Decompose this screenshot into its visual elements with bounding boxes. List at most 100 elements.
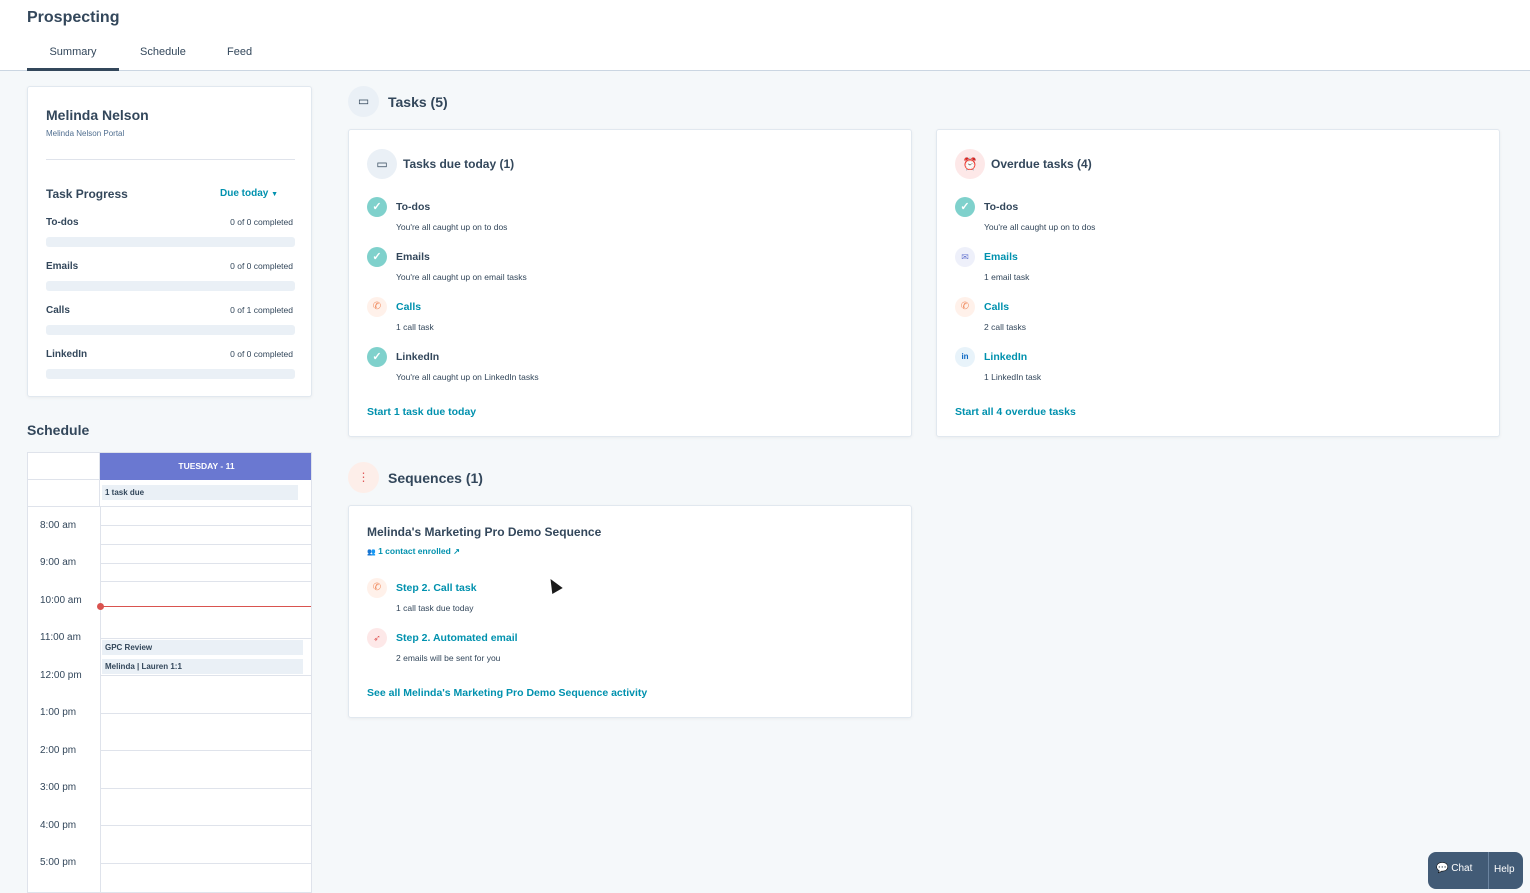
overdue-tasks-title: Overdue tasks (4) xyxy=(991,157,1092,171)
overdue-linkedin-sub: 1 LinkedIn task xyxy=(984,372,1042,382)
check-icon: ✓ xyxy=(367,197,387,217)
phone-icon: ✆ xyxy=(367,578,387,598)
rocket-icon: ➶ xyxy=(367,628,387,648)
overdue-emails-sub: 1 email task xyxy=(984,272,1030,282)
step-call-task-link[interactable]: Step 2. Call task xyxy=(396,582,477,594)
hour-label: 10:00 am xyxy=(40,595,82,606)
progress-bar-emails xyxy=(46,281,295,291)
sequence-card: Melinda's Marketing Pro Demo Sequence 👥 … xyxy=(348,505,912,718)
due-todos-title: To-dos xyxy=(396,201,431,213)
progress-count-linkedin: 0 of 0 completed xyxy=(230,349,293,359)
all-day-task-due[interactable]: 1 task due xyxy=(102,485,298,500)
overdue-tasks-card: ⏰ Overdue tasks (4) ✓ To-dos You're all … xyxy=(936,129,1500,437)
step-call-task-sub: 1 call task due today xyxy=(396,603,474,613)
overdue-calls-sub: 2 call tasks xyxy=(984,322,1027,332)
tab-schedule[interactable]: Schedule xyxy=(140,46,186,71)
hour-line xyxy=(100,563,311,564)
contacts-icon: 👥 xyxy=(367,549,376,556)
calendar-event-gpc-review[interactable]: GPC Review xyxy=(102,640,303,655)
hour-line xyxy=(100,788,311,789)
calendar-event-melinda-lauren[interactable]: Melinda | Lauren 1:1 xyxy=(102,659,303,674)
tab-summary[interactable]: Summary xyxy=(27,46,119,71)
sequence-name: Melinda's Marketing Pro Demo Sequence xyxy=(367,525,602,539)
calendar-corner xyxy=(28,453,100,480)
contact-enrolled-link[interactable]: 👥 1 contact enrolled ↗ xyxy=(367,546,460,556)
due-today-dropdown[interactable]: Due today ▼ xyxy=(220,188,278,199)
calendar-day-header[interactable]: TUESDAY - 11 xyxy=(100,453,311,480)
help-separator xyxy=(1488,852,1489,889)
hour-label: 5:00 pm xyxy=(40,857,77,868)
divider xyxy=(46,159,295,160)
due-emails-title: Emails xyxy=(396,251,430,263)
overdue-emails-link[interactable]: Emails xyxy=(984,251,1018,263)
tasks-due-today-card: ▭ Tasks due today (1) ✓ To-dos You're al… xyxy=(348,129,912,437)
tasks-icon: ▭ xyxy=(348,86,379,117)
see-all-sequence-activity-link[interactable]: See all Melinda's Marketing Pro Demo Seq… xyxy=(367,687,647,699)
hour-line xyxy=(100,825,311,826)
due-todos-sub: You're all caught up on to dos xyxy=(396,222,508,232)
overdue-linkedin-link[interactable]: LinkedIn xyxy=(984,351,1027,363)
chat-label: Chat xyxy=(1451,863,1473,874)
start-due-today-link[interactable]: Start 1 task due today xyxy=(367,406,476,418)
hour-label: 4:00 pm xyxy=(40,820,77,831)
hour-line xyxy=(100,525,311,526)
tasks-section-title: Tasks (5) xyxy=(388,94,448,110)
time-gutter-line xyxy=(100,507,101,892)
tasks-due-today-title: Tasks due today (1) xyxy=(403,157,515,171)
hour-line xyxy=(100,638,311,639)
top-header: Prospecting Summary Schedule Feed xyxy=(0,0,1530,71)
due-today-label: Due today xyxy=(220,188,269,199)
sequences-section-title: Sequences (1) xyxy=(388,470,483,486)
progress-label-calls: Calls xyxy=(46,305,70,316)
phone-icon: ✆ xyxy=(955,297,975,317)
profile-card: Melinda Nelson Melinda Nelson Portal Tas… xyxy=(27,86,312,397)
chat-button[interactable]: 💬 Chat xyxy=(1436,863,1472,874)
due-calls-link[interactable]: Calls xyxy=(396,301,421,313)
linkedin-icon: in xyxy=(955,347,975,367)
step-automated-email-link[interactable]: Step 2. Automated email xyxy=(396,632,518,644)
progress-bar-calls xyxy=(46,325,295,335)
chat-bubble-icon: 💬 xyxy=(1436,863,1449,874)
progress-bar-linkedin xyxy=(46,369,295,379)
contact-enrolled-label: 1 contact enrolled xyxy=(378,546,451,556)
hour-label: 11:00 am xyxy=(40,632,81,643)
hour-label: 8:00 am xyxy=(40,520,77,531)
due-linkedin-title: LinkedIn xyxy=(396,351,440,363)
step-automated-email-sub: 2 emails will be sent for you xyxy=(396,653,501,663)
hour-label: 9:00 am xyxy=(40,557,77,568)
half-hour-line xyxy=(100,581,311,582)
external-link-icon: ↗ xyxy=(453,547,460,556)
progress-count-calls: 0 of 1 completed xyxy=(230,305,293,315)
hour-label: 1:00 pm xyxy=(40,707,77,718)
progress-label-emails: Emails xyxy=(46,261,79,272)
hour-line xyxy=(100,750,311,751)
help-button[interactable]: Help xyxy=(1494,864,1515,875)
sequences-icon: ⋮ xyxy=(348,462,379,493)
help-widget[interactable]: 💬 Chat Help xyxy=(1428,852,1523,889)
progress-count-todos: 0 of 0 completed xyxy=(230,217,293,227)
hour-line xyxy=(100,713,311,714)
check-icon: ✓ xyxy=(955,197,975,217)
due-linkedin-sub: You're all caught up on LinkedIn tasks xyxy=(396,372,539,382)
half-hour-line xyxy=(100,544,311,545)
check-icon: ✓ xyxy=(367,247,387,267)
tasks-due-today-icon: ▭ xyxy=(367,149,397,179)
task-progress-title: Task Progress xyxy=(46,187,128,201)
current-time-line xyxy=(100,606,311,607)
portal-name: Melinda Nelson Portal xyxy=(46,129,125,138)
schedule-calendar: TUESDAY - 11 1 task due 8:00 am 9:00 am … xyxy=(27,452,312,893)
progress-count-emails: 0 of 0 completed xyxy=(230,261,293,271)
overdue-calls-link[interactable]: Calls xyxy=(984,301,1009,313)
start-overdue-link[interactable]: Start all 4 overdue tasks xyxy=(955,406,1076,418)
progress-bar-todos xyxy=(46,237,295,247)
current-time-dot xyxy=(97,603,104,610)
hour-line xyxy=(100,675,311,676)
due-emails-sub: You're all caught up on email tasks xyxy=(396,272,527,282)
overdue-todos-title: To-dos xyxy=(984,201,1019,213)
schedule-title: Schedule xyxy=(27,422,90,438)
hour-line xyxy=(100,863,311,864)
hour-label: 2:00 pm xyxy=(40,745,77,756)
tab-feed[interactable]: Feed xyxy=(227,46,252,71)
overdue-todos-sub: You're all caught up on to dos xyxy=(984,222,1096,232)
email-icon: ✉ xyxy=(955,247,975,267)
